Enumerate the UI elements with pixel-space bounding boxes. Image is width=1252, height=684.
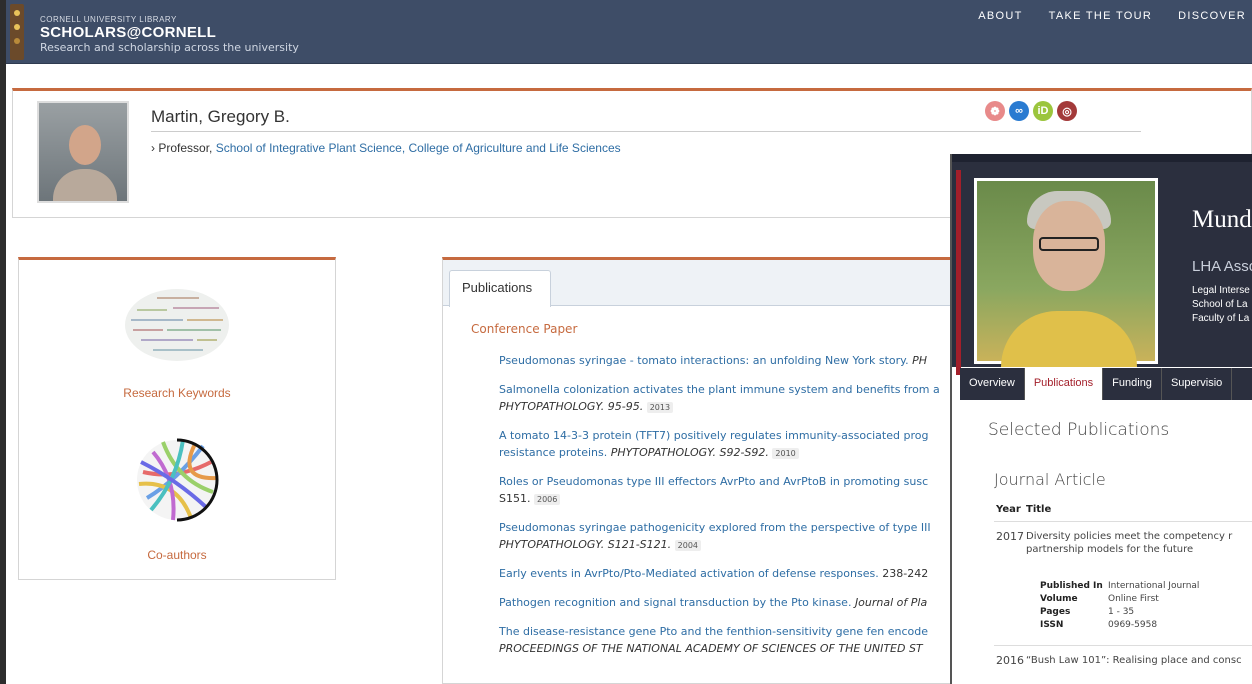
publications-panel: Publications Conference Paper Pseudomona… <box>442 257 962 684</box>
tab-publications[interactable]: Publications <box>1024 368 1104 400</box>
brand-tagline: Research and scholarship across the univ… <box>40 41 299 54</box>
publication-item[interactable]: Pathogen recognition and signal transduc… <box>499 594 961 611</box>
top-nav: ABOUT TAKE THE TOUR DISCOVER <box>978 10 1246 22</box>
nav-discover[interactable]: DISCOVER <box>1178 10 1246 22</box>
coauthor-chord-diagram[interactable] <box>133 432 221 528</box>
table-row[interactable]: 2016 “Bush Law 101”: Realising place and… <box>994 646 1252 676</box>
browser-frame: CORNELL UNIVERSITY LIBRARY SCHOLARS@CORN… <box>0 0 1252 684</box>
chevron-right-icon: › <box>151 141 155 155</box>
publications-table: Year Title 2017 Diversity policies meet … <box>994 500 1252 676</box>
publications-tabbar: Publications <box>443 260 961 307</box>
site-header: CORNELL UNIVERSITY LIBRARY SCHOLARS@CORN… <box>6 0 1252 64</box>
coauthors-link[interactable]: Co-authors <box>19 548 335 562</box>
link-icon[interactable]: ∞ <box>1009 101 1029 121</box>
profile-position: › Professor, School of Integrative Plant… <box>151 141 621 155</box>
subsection-title: Journal Article <box>994 470 1106 489</box>
position-title: Professor, <box>158 141 213 155</box>
overlay-profile-role: LHA Asso <box>1192 258 1252 275</box>
profile-photo <box>37 101 129 203</box>
publication-item[interactable]: Early events in AvrPto/Pto-Mediated acti… <box>499 565 961 582</box>
year-badge: 2004 <box>674 539 702 551</box>
overlay-profile-name: Mund <box>1192 206 1252 233</box>
brand-logo[interactable]: CORNELL UNIVERSITY LIBRARY SCHOLARS@CORN… <box>40 15 299 54</box>
nav-about[interactable]: ABOUT <box>978 10 1022 22</box>
publication-item[interactable]: The disease-resistance gene Pto and the … <box>499 623 961 657</box>
year-badge: 2013 <box>646 401 674 413</box>
overlay-tabs: Overview Publications Funding Supervisio <box>960 368 1252 400</box>
tab-publications[interactable]: Publications <box>449 270 551 307</box>
publication-item[interactable]: A tomato 14-3-3 protein (TFT7) positivel… <box>499 427 961 461</box>
publication-item[interactable]: Pseudomonas syringae pathogenicity explo… <box>499 519 961 553</box>
visualization-panel: Research Keywords Co-authors <box>18 257 336 580</box>
overlay-profile-window: Mund LHA Asso Legal Interse School of La… <box>950 154 1252 684</box>
overlay-profile-photo <box>974 178 1158 367</box>
brand-name: SCHOLARS@CORNELL <box>40 24 217 41</box>
tab-funding[interactable]: Funding <box>1103 368 1162 400</box>
profile-name: Martin, Gregory B. <box>151 107 290 126</box>
orcid-icon[interactable]: iD <box>1033 101 1053 121</box>
research-keywords-link[interactable]: Research Keywords <box>19 386 335 400</box>
publication-item[interactable]: Pseudomonas syringae - tomato interactio… <box>499 352 961 369</box>
clocktower-logo-icon <box>10 4 24 60</box>
position-department-link[interactable]: School of Integrative Plant Science, Col… <box>216 141 621 155</box>
tab-overview[interactable]: Overview <box>960 368 1025 400</box>
overlay-profile-org: Legal Interse School of La Faculty of La <box>1192 285 1250 324</box>
nav-take-the-tour[interactable]: TAKE THE TOUR <box>1049 10 1153 22</box>
year-badge: 2010 <box>772 447 799 459</box>
profile-icons: ❁ ∞ iD ◎ <box>985 101 1077 121</box>
year-badge: 2006 <box>533 493 561 505</box>
publication-list: Pseudomonas syringae - tomato interactio… <box>499 352 961 669</box>
tab-supervision[interactable]: Supervisio <box>1162 368 1233 400</box>
cornell-seal-icon[interactable]: ❁ <box>985 101 1005 121</box>
overlay-header: Mund LHA Asso Legal Interse School of La… <box>952 154 1252 375</box>
table-header: Year Title <box>994 500 1252 522</box>
publication-item[interactable]: Salmonella colonization activates the pl… <box>499 381 961 415</box>
keyword-cloud[interactable] <box>123 286 231 364</box>
brand-small-text: CORNELL UNIVERSITY LIBRARY <box>40 15 177 24</box>
globe-icon[interactable]: ◎ <box>1057 101 1077 121</box>
section-title: Selected Publications <box>988 420 1170 440</box>
publication-item[interactable]: Roles or Pseudomonas type III effectors … <box>499 473 961 507</box>
table-row[interactable]: 2017 Diversity policies meet the compete… <box>994 522 1252 646</box>
publication-type-heading[interactable]: Conference Paper <box>471 322 577 336</box>
